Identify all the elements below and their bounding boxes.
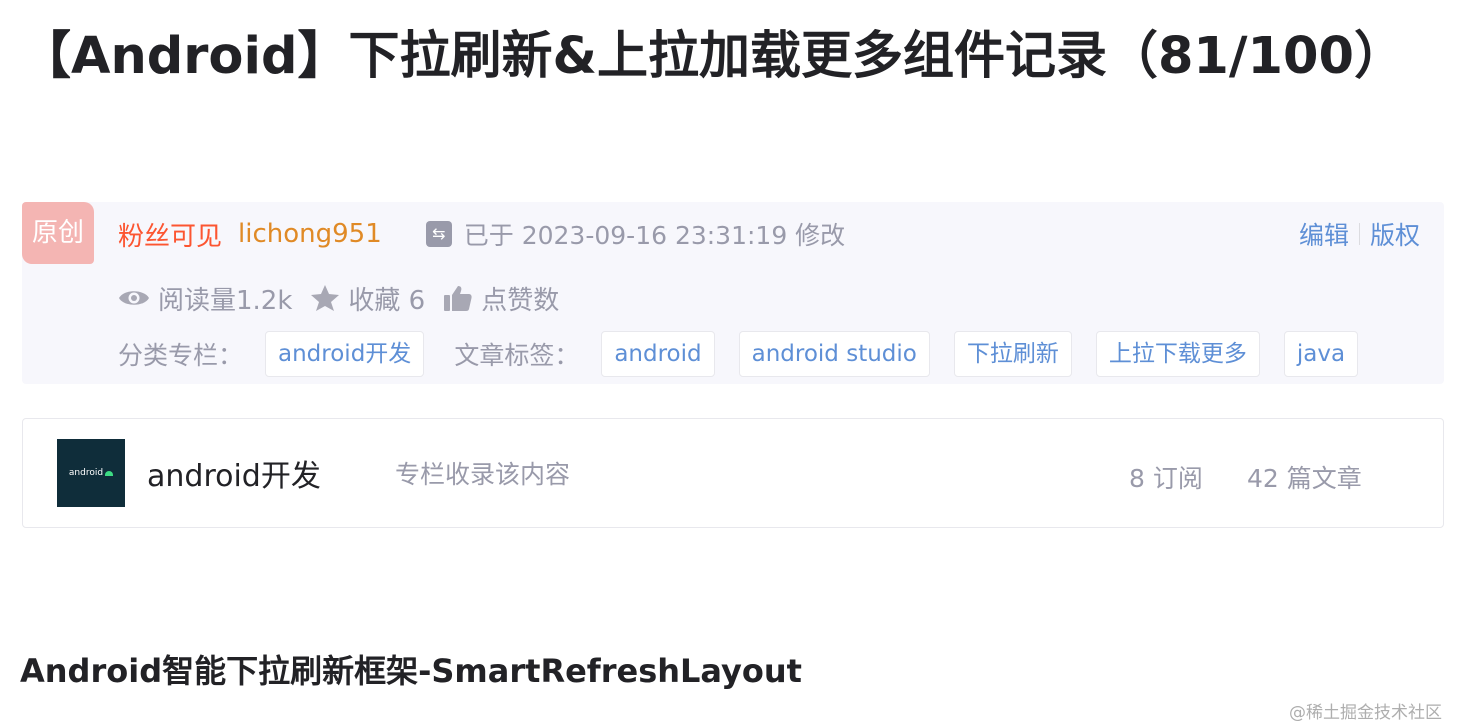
favorites-stat[interactable]: 收藏 6 [310,280,425,317]
views-stat: 阅读量1.2k [118,280,292,317]
content-heading: Android智能下拉刷新框架-SmartRefreshLayout [20,652,802,690]
tag-chip[interactable]: android studio [738,331,930,377]
tag-chip[interactable]: 下拉刷新 [953,331,1072,377]
tag-chip[interactable]: java [1283,331,1359,377]
article-actions: 编辑 版权 [1299,214,1420,254]
favorites-count: 收藏 6 [348,285,426,316]
swap-icon: ⇆ [425,221,452,247]
author-link[interactable]: lichong951 [238,219,382,249]
star-icon [311,285,340,311]
stats-row: 阅读量1.2k 收藏 6 点赞数 [118,278,577,318]
watermark: @稀土掘金技术社区 [1289,703,1442,723]
column-name[interactable]: android开发 [147,451,321,495]
article-title: 【Android】下拉刷新&上拉加载更多组件记录（81/100） [20,27,1405,86]
category-label: 分类专栏： [118,341,244,370]
column-subscribers: 8 订阅 [1129,464,1203,493]
column-thumbnail-text: android [68,468,104,478]
edit-link[interactable]: 编辑 [1299,216,1349,252]
thumbs-up-icon [444,286,472,311]
meta-row: 粉丝可见 lichong951 ⇆ 已于 2023-09-16 23:31:19… [118,214,845,254]
likes-stat[interactable]: 点赞数 [443,280,559,317]
category-chip[interactable]: android开发 [265,331,425,377]
tag-chip[interactable]: 上拉下载更多 [1095,331,1260,377]
copyright-link[interactable]: 版权 [1370,216,1420,252]
column-thumbnail: android [57,439,125,507]
eye-icon [119,291,149,305]
column-description: 专栏收录该内容 [395,460,571,489]
views-count: 阅读量1.2k [158,285,293,316]
original-badge: 原创 [22,202,94,264]
updated-time: 已于 2023-09-16 23:31:19 修改 [463,221,846,250]
tags-label: 文章标签： [454,341,580,370]
taxonomy-row: 分类专栏： android开发 文章标签： android android st… [118,330,1382,378]
android-bot-icon [105,470,114,476]
column-article-count: 42 篇文章 [1247,464,1362,493]
divider [1358,223,1360,245]
article-info-box: 原创 粉丝可见 lichong951 ⇆ 已于 2023-09-16 23:31… [22,202,1444,384]
tag-chip[interactable]: android [601,331,715,377]
column-card[interactable]: android android开发 专栏收录该内容 8 订阅 42 篇文章 [22,418,1444,528]
likes-label: 点赞数 [481,285,560,316]
visibility-label: 粉丝可见 [118,221,223,252]
